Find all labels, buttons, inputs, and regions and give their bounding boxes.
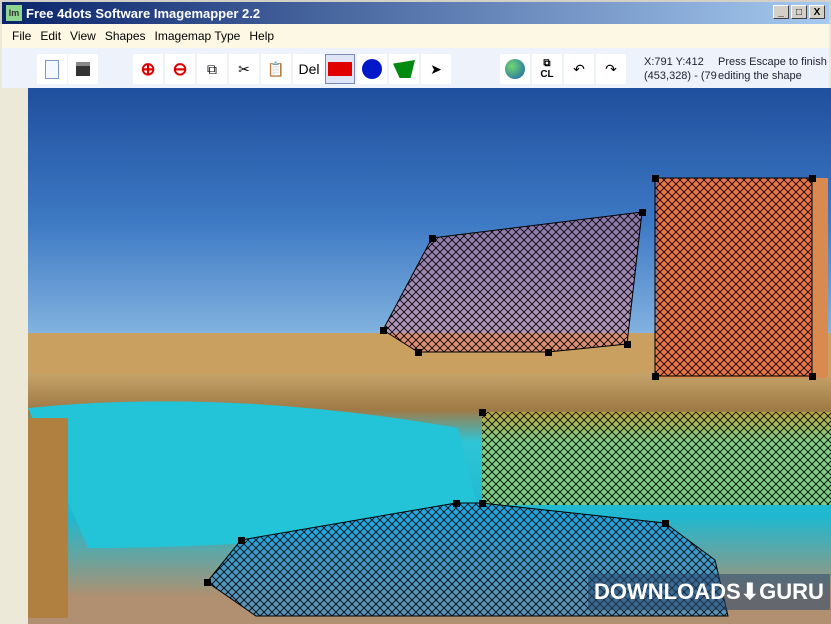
polygon-tool-button[interactable]: [389, 54, 419, 84]
copy-cl-label: CL: [540, 69, 554, 80]
maximize-button[interactable]: □: [791, 5, 807, 19]
rectangle-icon: [328, 62, 352, 76]
undo-icon: ↶: [573, 60, 585, 77]
copy-icon: ⧉: [543, 58, 551, 69]
hint-text: Press Escape to finish editing the shape: [718, 56, 827, 82]
menu-file[interactable]: File: [12, 29, 31, 43]
new-file-icon: [45, 59, 59, 79]
app-icon: Im: [6, 5, 22, 21]
title-bar: Im Free 4dots Software Imagemapper 2.2 _…: [0, 0, 831, 24]
image-canvas[interactable]: DOWNLOADS⬇GURU: [28, 88, 831, 624]
redo-icon: ↷: [605, 60, 617, 77]
menu-edit[interactable]: Edit: [40, 29, 61, 43]
copy-icon: ⧉: [207, 60, 217, 77]
scissors-icon: ✂: [238, 60, 250, 77]
window-title: Free 4dots Software Imagemapper 2.2: [26, 5, 261, 21]
polygon-area-slides[interactable]: [382, 211, 643, 353]
imagemap-shapes: [28, 175, 831, 618]
polygon-icon: [393, 60, 415, 78]
menu-bar: File Edit View Shapes Imagemap Type Help: [2, 24, 829, 48]
zoom-in-button[interactable]: ⊕: [133, 54, 163, 84]
watermark: DOWNLOADS⬇GURU: [588, 574, 830, 610]
zoom-in-icon: ⊕: [140, 58, 156, 79]
arrow-cursor-icon: ➤: [430, 60, 442, 77]
copy-button[interactable]: ⧉: [197, 54, 227, 84]
select-tool-button[interactable]: ➤: [421, 54, 451, 84]
new-button[interactable]: [37, 54, 67, 84]
rect-area-beach[interactable]: [482, 412, 831, 505]
floppy-icon: [76, 62, 90, 76]
rect-area-hotel[interactable]: [654, 177, 813, 377]
menu-help[interactable]: Help: [249, 29, 274, 43]
clipboard-icon: 📋: [267, 60, 285, 77]
circle-tool-button[interactable]: [357, 54, 387, 84]
paste-button[interactable]: 📋: [261, 54, 291, 84]
redo-button[interactable]: ↷: [596, 54, 626, 84]
rectangle-tool-button[interactable]: [325, 54, 355, 84]
circle-icon: [362, 59, 382, 79]
toolbar: ⊕ ⊖ ⧉ ✂ 📋 Del ➤ ⧉ CL ↶ ↷ X:791 Y:412 (453…: [2, 48, 829, 88]
menu-shapes[interactable]: Shapes: [105, 29, 146, 43]
undo-button[interactable]: ↶: [564, 54, 594, 84]
cursor-coords: X:791 Y:412: [644, 56, 704, 68]
zoom-out-button[interactable]: ⊖: [165, 54, 195, 84]
selection-coords: (453,328) - (79: [644, 70, 717, 82]
save-button[interactable]: [68, 54, 98, 84]
menu-imagemap-type[interactable]: Imagemap Type: [155, 29, 241, 43]
globe-icon: [505, 59, 525, 79]
delete-button[interactable]: Del: [293, 54, 325, 84]
copy-html-button[interactable]: ⧉ CL: [532, 54, 562, 84]
coordinates-readout: X:791 Y:412 (453,328) - (79: [644, 55, 717, 83]
menu-view[interactable]: View: [70, 29, 96, 43]
minimize-button[interactable]: _: [773, 5, 789, 19]
palm-foliage: [28, 418, 68, 618]
cut-button[interactable]: ✂: [229, 54, 259, 84]
zoom-out-icon: ⊖: [172, 58, 188, 79]
preview-browser-button[interactable]: [500, 54, 530, 84]
close-button[interactable]: X: [809, 5, 825, 19]
